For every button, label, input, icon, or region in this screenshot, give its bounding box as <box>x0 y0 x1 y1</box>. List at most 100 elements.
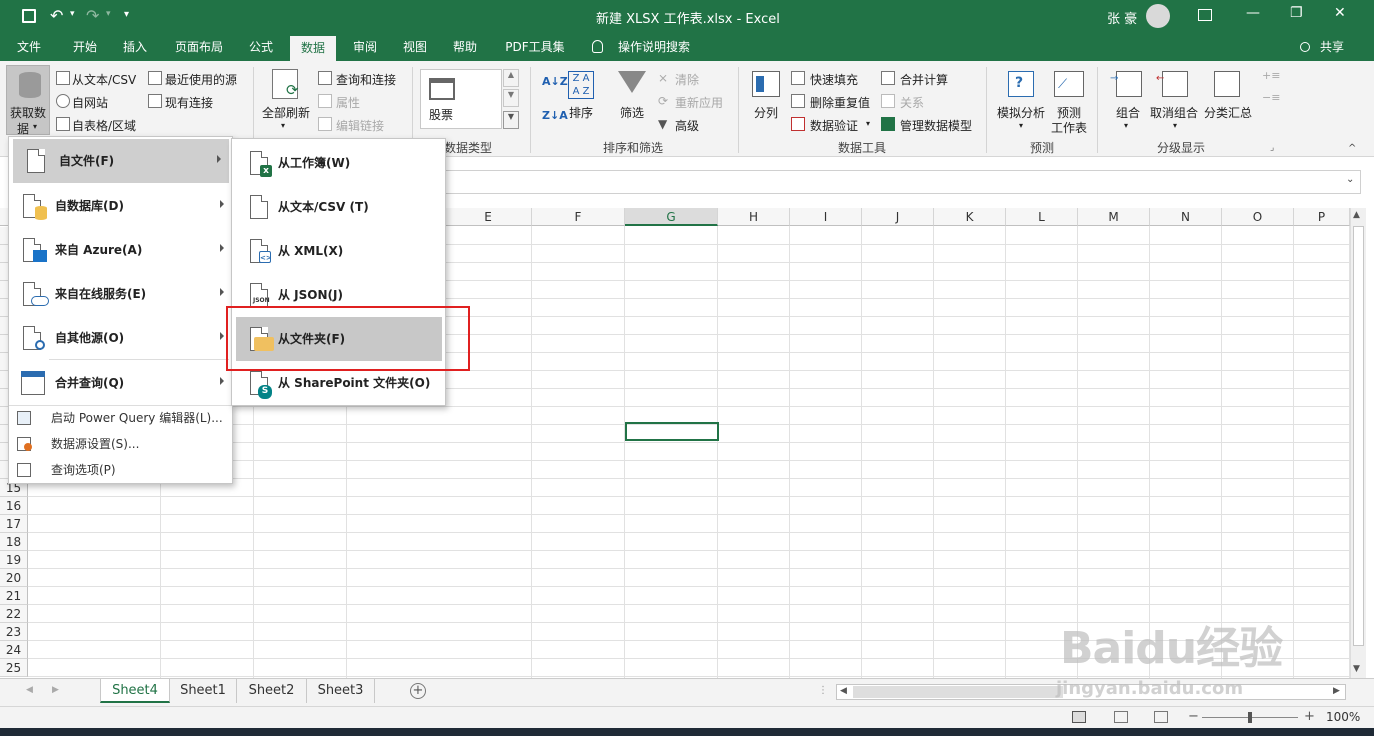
sheet-tab-sheet4[interactable]: Sheet4 <box>100 679 170 703</box>
text-to-columns-button[interactable]: 分列 <box>754 104 778 121</box>
refresh-all-button[interactable]: 全部刷新 <box>262 104 310 121</box>
menu-item-from-azure[interactable]: 来自 Azure(A) <box>9 228 232 272</box>
column-header-n[interactable]: N <box>1150 208 1222 226</box>
close-button[interactable]: ✕ <box>1334 5 1346 21</box>
consolidate-button[interactable]: 合并计算 <box>900 71 948 88</box>
sort-button[interactable]: 排序 <box>569 104 593 121</box>
tab-view[interactable]: 视图 <box>392 34 438 61</box>
menu-item-from-other-sources[interactable]: 自其他源(O) <box>9 316 232 360</box>
vertical-scrollbar[interactable]: ▲ ▼ <box>1350 208 1366 678</box>
queries-connections-button[interactable]: 查询和连接 <box>336 71 396 88</box>
get-data-button[interactable]: 获取数 据 ▾ <box>6 65 50 136</box>
tab-page-layout[interactable]: 页面布局 <box>168 34 230 61</box>
sheet-tab-sheet1[interactable]: Sheet1 <box>170 679 237 703</box>
column-header-j[interactable]: J <box>862 208 934 226</box>
tell-me-search[interactable]: 操作说明搜索 <box>612 34 696 61</box>
menu-item-launch-power-query[interactable]: 启动 Power Query 编辑器(L)... <box>9 405 232 431</box>
prev-sheet-icon[interactable]: ◀ <box>26 685 33 695</box>
tab-home[interactable]: 开始 <box>62 34 108 61</box>
menu-item-from-file[interactable]: 自文件(F) <box>13 139 229 183</box>
restore-button[interactable]: ❐ <box>1290 5 1303 21</box>
group-button[interactable]: 组合 <box>1116 104 1140 121</box>
submenu-item-from-workbook[interactable]: x 从工作簿(W) <box>236 141 442 185</box>
relationships-button[interactable]: 关系 <box>900 94 924 111</box>
collapse-ribbon-icon[interactable]: ^ <box>1348 143 1356 154</box>
tab-insert[interactable]: 插入 <box>112 34 158 61</box>
submenu-item-from-xml[interactable]: <> 从 XML(X) <box>236 229 442 273</box>
sort-az-icon[interactable]: A↓Z <box>542 75 568 88</box>
save-icon[interactable] <box>22 9 36 23</box>
formula-input[interactable] <box>445 170 1361 194</box>
column-header-g[interactable]: G <box>625 208 718 226</box>
menu-item-from-online-services[interactable]: 来自在线服务(E) <box>9 272 232 316</box>
sort-za-icon[interactable]: Z↓A <box>542 109 568 122</box>
menu-item-query-options[interactable]: 查询选项(P) <box>9 457 232 483</box>
row-header-22[interactable]: 22 <box>0 605 28 623</box>
column-header-e[interactable]: E <box>445 208 532 226</box>
undo-icon[interactable]: ↶ <box>50 6 63 25</box>
row-header-19[interactable]: 19 <box>0 551 28 569</box>
dialog-launcher-icon[interactable]: ⌟ <box>1270 143 1274 153</box>
data-validation-button[interactable]: 数据验证 <box>810 117 858 134</box>
column-header-p[interactable]: P <box>1294 208 1350 226</box>
undo-dropdown-icon[interactable]: ▾ <box>70 9 75 19</box>
row-header-21[interactable]: 21 <box>0 587 28 605</box>
column-header-k[interactable]: K <box>934 208 1006 226</box>
row-header-17[interactable]: 17 <box>0 515 28 533</box>
from-text-csv-button[interactable]: 从文本/CSV <box>72 71 136 88</box>
row-header-16[interactable]: 16 <box>0 497 28 515</box>
ribbon-display-icon[interactable] <box>1198 9 1212 21</box>
column-header-o[interactable]: O <box>1222 208 1294 226</box>
menu-item-data-source-settings[interactable]: 数据源设置(S)... <box>9 431 232 457</box>
ungroup-button[interactable]: 取消组合 <box>1150 104 1198 121</box>
remove-duplicates-button[interactable]: 删除重复值 <box>810 94 870 111</box>
gallery-down-icon[interactable]: ▼ <box>503 89 519 107</box>
filter-button[interactable]: 筛选 <box>620 104 644 121</box>
menu-item-from-database[interactable]: 自数据库(D) <box>9 184 232 228</box>
submenu-item-from-text-csv[interactable]: 从文本/CSV (T) <box>236 185 442 229</box>
menu-item-combine-queries[interactable]: 合并查询(Q) <box>9 361 232 405</box>
page-break-view-icon[interactable] <box>1154 711 1168 723</box>
sheet-tab-sheet3[interactable]: Sheet3 <box>307 679 375 703</box>
advanced-button[interactable]: 高级 <box>675 117 699 134</box>
gallery-more-icon[interactable]: ▼ <box>503 111 519 129</box>
column-header-i[interactable]: I <box>790 208 862 226</box>
gallery-up-icon[interactable]: ▲ <box>503 69 519 87</box>
tab-pdf[interactable]: PDF工具集 <box>500 34 570 61</box>
clear-button[interactable]: 清除 <box>675 71 699 88</box>
next-sheet-icon[interactable]: ▶ <box>52 685 59 695</box>
expand-formula-icon[interactable]: ⌄ <box>1346 174 1354 185</box>
tab-split-handle[interactable]: ⋮ <box>818 685 828 696</box>
share-icon[interactable] <box>1300 42 1310 52</box>
normal-view-icon[interactable] <box>1072 711 1086 723</box>
column-header-l[interactable]: L <box>1006 208 1078 226</box>
tab-formulas[interactable]: 公式 <box>238 34 284 61</box>
minimize-button[interactable]: — <box>1246 5 1260 21</box>
existing-connections-button[interactable]: 现有连接 <box>165 94 213 111</box>
row-header-24[interactable]: 24 <box>0 641 28 659</box>
from-table-button[interactable]: 自表格/区域 <box>72 117 136 134</box>
zoom-out-icon[interactable]: − <box>1188 709 1199 724</box>
recent-sources-button[interactable]: 最近使用的源 <box>165 71 237 88</box>
tab-review[interactable]: 审阅 <box>342 34 388 61</box>
redo-icon[interactable]: ↷ <box>86 6 99 25</box>
zoom-in-icon[interactable]: + <box>1304 709 1315 724</box>
manage-data-model-button[interactable]: 管理数据模型 <box>900 117 972 134</box>
row-header-23[interactable]: 23 <box>0 623 28 641</box>
tab-data[interactable]: 数据 <box>290 36 336 61</box>
vertical-scroll-thumb[interactable] <box>1353 226 1364 646</box>
hide-detail-icon[interactable]: −≡ <box>1262 91 1280 104</box>
what-if-analysis-button[interactable]: 模拟分析 <box>997 104 1045 121</box>
tab-file[interactable]: 文件 <box>6 34 52 61</box>
add-sheet-icon[interactable]: + <box>410 683 426 699</box>
page-layout-view-icon[interactable] <box>1114 711 1128 723</box>
redo-dropdown-icon[interactable]: ▾ <box>106 9 111 19</box>
from-web-button[interactable]: 自网站 <box>72 94 108 111</box>
sheet-tab-sheet2[interactable]: Sheet2 <box>237 679 307 703</box>
show-detail-icon[interactable]: +≡ <box>1262 69 1280 82</box>
edit-links-button[interactable]: 编辑链接 <box>336 117 384 134</box>
zoom-slider-thumb[interactable] <box>1248 712 1252 723</box>
properties-button[interactable]: 属性 <box>336 94 360 111</box>
column-header-m[interactable]: M <box>1078 208 1150 226</box>
row-header-25[interactable]: 25 <box>0 659 28 677</box>
